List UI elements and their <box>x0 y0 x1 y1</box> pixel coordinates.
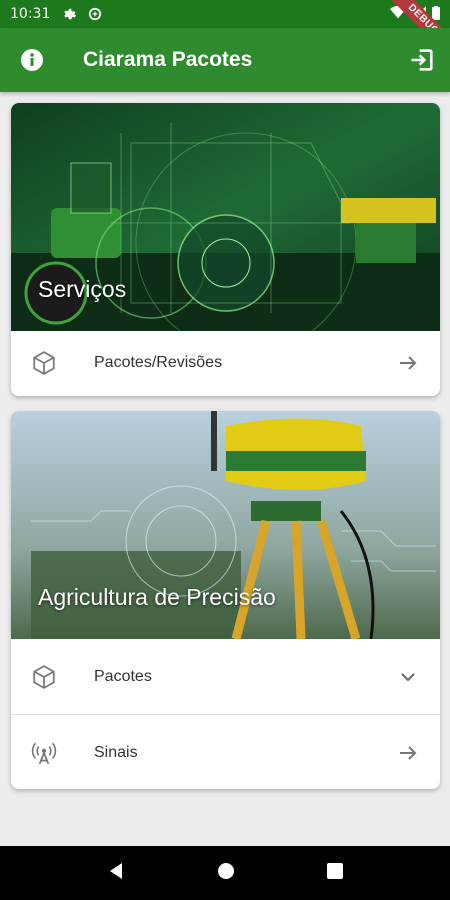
status-time: 10:31 <box>10 6 51 22</box>
info-icon <box>21 49 43 71</box>
arrow-right-icon <box>396 741 420 765</box>
agricultura-hero-image: Agricultura de Precisão <box>11 411 440 639</box>
servicos-hero-image: Serviços <box>11 103 440 331</box>
servicos-card: Serviços Pacotes/Revisões <box>11 103 440 396</box>
package-icon <box>31 664 57 690</box>
logout-button[interactable] <box>408 46 436 74</box>
agricultura-title: Agricultura de Precisão <box>38 584 276 610</box>
servicos-title: Serviços <box>38 276 127 302</box>
home-icon <box>218 862 234 879</box>
app-title: Ciarama Pacotes <box>83 48 253 71</box>
package-icon <box>31 350 57 376</box>
list-item-label: Pacotes <box>94 667 152 685</box>
recents-icon <box>327 862 343 879</box>
back-button[interactable] <box>107 862 125 885</box>
info-button[interactable] <box>20 48 44 72</box>
data-saver-icon <box>88 7 102 21</box>
status-bar: 10:31 DEBUG <box>0 0 450 65</box>
login-icon <box>411 49 433 71</box>
home-button[interactable] <box>217 862 235 885</box>
app-bar: Ciarama Pacotes <box>0 28 450 92</box>
list-item-pacotes[interactable]: Pacotes <box>11 639 440 714</box>
back-icon <box>110 862 122 879</box>
list-item-label: Sinais <box>94 743 138 761</box>
list-item-sinais[interactable]: Sinais <box>11 715 440 789</box>
chevron-down-icon <box>396 665 420 689</box>
arrow-right-icon <box>396 351 420 375</box>
settings-icon <box>62 7 77 21</box>
signal-tower-icon <box>31 740 57 766</box>
list-item-label: Pacotes/Revisões <box>94 354 223 371</box>
system-nav-bar <box>0 846 450 900</box>
recents-button[interactable] <box>327 862 343 884</box>
list-item-pacotes-revisoes[interactable]: Pacotes/Revisões <box>11 331 440 395</box>
agricultura-precisao-card: Agricultura de Precisão Pacotes Sinais <box>11 411 440 789</box>
